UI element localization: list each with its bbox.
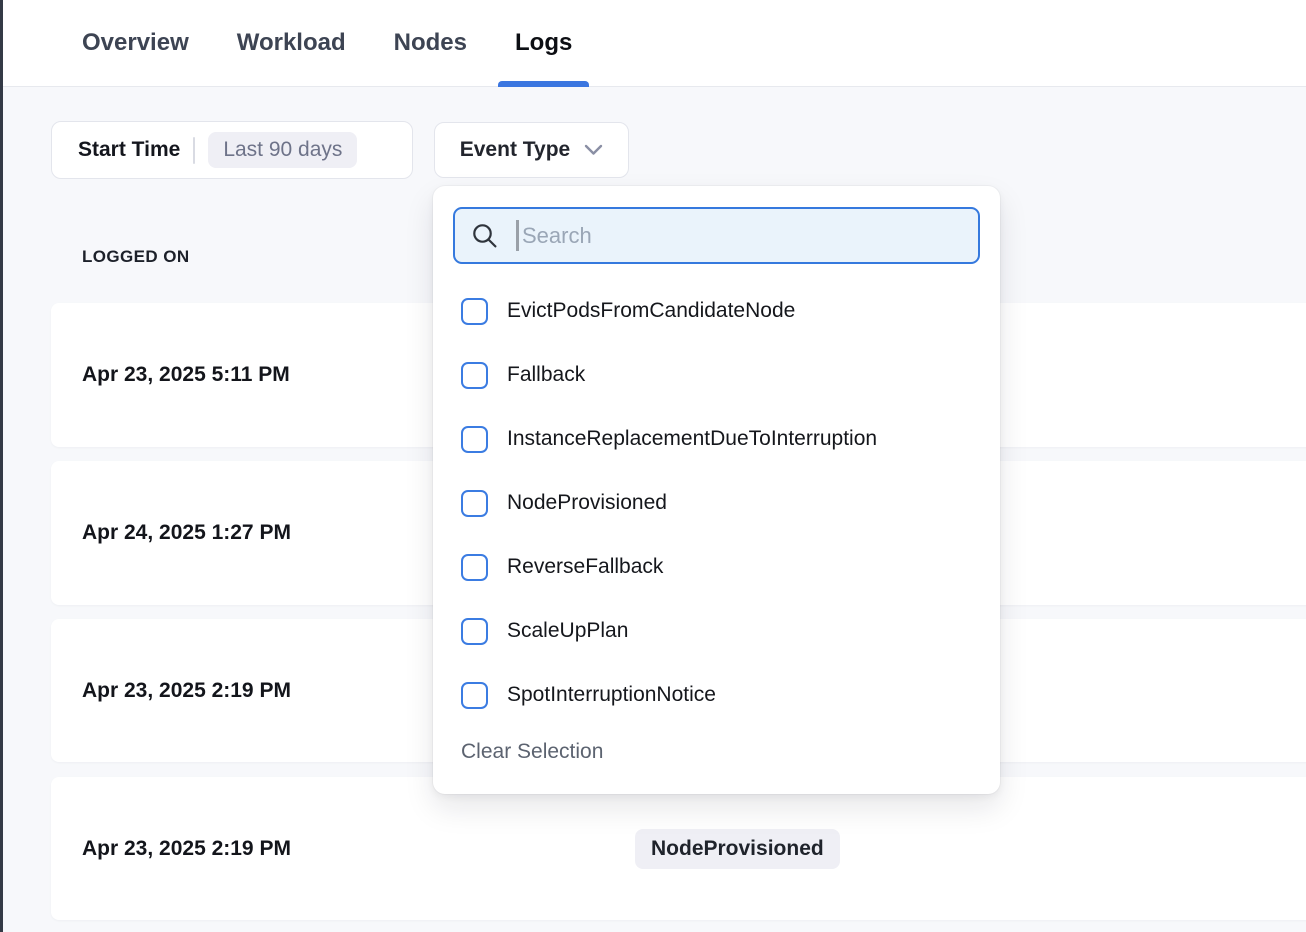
option-scaleupplan[interactable]: ScaleUpPlan — [453, 599, 980, 663]
checkbox-icon[interactable] — [461, 490, 488, 517]
checkbox-icon[interactable] — [461, 426, 488, 453]
start-time-filter-label: Start Time — [78, 138, 180, 162]
option-label: ScaleUpPlan — [507, 619, 628, 643]
event-type-filter-label: Event Type — [460, 138, 570, 162]
search-icon — [471, 222, 499, 250]
logged-on-timestamp: Apr 24, 2025 1:27 PM — [82, 521, 291, 545]
checkbox-icon[interactable] — [461, 618, 488, 645]
event-type-dropdown-panel: EvictPodsFromCandidateNode Fallback Inst… — [433, 186, 1000, 794]
dropdown-search-box[interactable] — [453, 207, 980, 264]
tab-overview-label: Overview — [82, 29, 189, 57]
checkbox-icon[interactable] — [461, 682, 488, 709]
start-time-filter-button[interactable]: Start Time Last 90 days — [51, 121, 413, 179]
dropdown-search-input[interactable] — [520, 223, 962, 249]
window-left-edge — [0, 0, 3, 932]
tab-workload-label: Workload — [237, 29, 346, 57]
logged-on-timestamp: Apr 23, 2025 5:11 PM — [82, 363, 290, 387]
event-type-filter-button[interactable]: Event Type — [434, 122, 629, 178]
option-nodeprovisioned[interactable]: NodeProvisioned — [453, 471, 980, 535]
column-header-logged-on: LOGGED ON — [82, 247, 190, 267]
option-label: NodeProvisioned — [507, 491, 667, 515]
tab-logs[interactable]: Logs — [515, 0, 572, 86]
tab-logs-label: Logs — [515, 29, 572, 57]
option-instancereplacementduetointerruption[interactable]: InstanceReplacementDueToInterruption — [453, 407, 980, 471]
log-table-row[interactable]: Apr 23, 2025 2:19 PM NodeProvisioned — [51, 777, 1306, 920]
start-time-filter-value: Last 90 days — [208, 132, 357, 168]
active-tab-indicator — [498, 81, 589, 87]
checkbox-icon[interactable] — [461, 554, 488, 581]
option-reversefallback[interactable]: ReverseFallback — [453, 535, 980, 599]
checkbox-icon[interactable] — [461, 298, 488, 325]
option-evictpodsfromcandidatenode[interactable]: EvictPodsFromCandidateNode — [453, 279, 980, 343]
event-type-option-list: EvictPodsFromCandidateNode Fallback Inst… — [453, 279, 980, 727]
chevron-down-icon — [584, 144, 603, 156]
option-label: EvictPodsFromCandidateNode — [507, 299, 795, 323]
option-label: ReverseFallback — [507, 555, 663, 579]
option-label: InstanceReplacementDueToInterruption — [507, 427, 877, 451]
tab-bar: Overview Workload Nodes Logs — [0, 0, 1306, 87]
text-caret — [516, 220, 519, 251]
logged-on-timestamp: Apr 23, 2025 2:19 PM — [82, 837, 291, 861]
event-type-badge: NodeProvisioned — [635, 829, 840, 869]
checkbox-icon[interactable] — [461, 362, 488, 389]
tab-nodes[interactable]: Nodes — [394, 0, 467, 86]
option-spotinterruptionnotice[interactable]: SpotInterruptionNotice — [453, 663, 980, 727]
filter-divider — [193, 137, 195, 164]
tab-overview[interactable]: Overview — [82, 0, 189, 86]
option-label: SpotInterruptionNotice — [507, 683, 716, 707]
option-fallback[interactable]: Fallback — [453, 343, 980, 407]
logged-on-timestamp: Apr 23, 2025 2:19 PM — [82, 679, 291, 703]
option-label: Fallback — [507, 363, 585, 387]
tab-nodes-label: Nodes — [394, 29, 467, 57]
tab-workload[interactable]: Workload — [237, 0, 346, 86]
clear-selection-button[interactable]: Clear Selection — [453, 740, 980, 764]
